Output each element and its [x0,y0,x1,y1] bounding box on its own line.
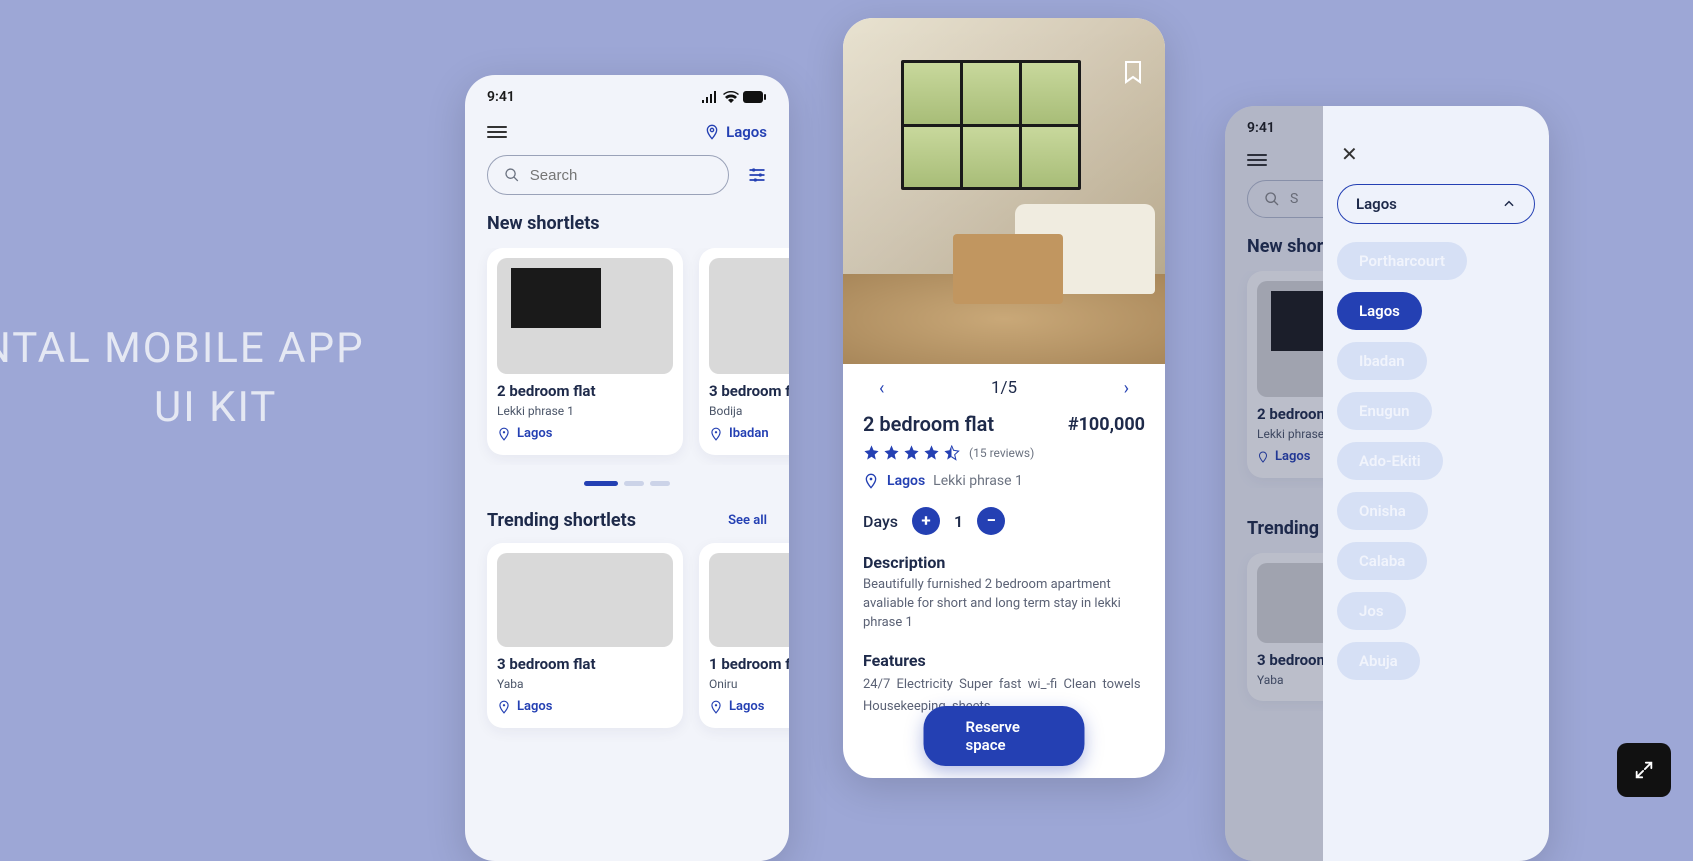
see-all-link[interactable]: See all [728,513,767,528]
star-icon [903,444,920,461]
location-pin-icon [497,427,511,441]
chevron-right-icon[interactable]: › [1124,378,1129,399]
expand-button[interactable] [1617,743,1671,797]
battery-icon [743,91,767,103]
section-trending-shortlets: Trending shortlets [487,510,636,531]
listing-thumbnail [497,258,673,374]
wifi-icon [723,91,739,103]
city-option[interactable]: Jos [1337,592,1406,630]
city-option[interactable]: Portharcourt [1337,242,1467,280]
listing-card[interactable]: 1 bedroom flat Oniru Lagos [699,543,789,728]
listing-thumbnail [709,258,789,374]
city-option[interactable]: Ibadan [1337,342,1427,380]
star-icon [923,444,940,461]
star-icon [883,444,900,461]
expand-icon [1633,759,1655,781]
features-label: Features [863,651,1145,670]
pager-count: 1/5 [991,378,1017,398]
carousel-dots[interactable] [465,481,789,486]
city-option[interactable]: Onisha [1337,492,1428,530]
description-text: Beautifully furnished 2 bedroom apartmen… [863,576,1145,633]
listing-thumbnail [709,553,789,647]
listing-thumbnail [497,553,673,647]
chevron-up-icon [1502,197,1516,211]
listing-card[interactable]: 3 bedroom flat Yaba Lagos [487,543,683,728]
city-option-selected[interactable]: Lagos [1337,292,1422,330]
listing-title: 2 bedroom flat [497,382,673,400]
search-icon [504,166,520,184]
listing-location: Ibadan [709,426,789,441]
image-pager: ‹ 1/5 › [843,364,1165,412]
location-pin-icon [863,473,879,489]
signal-icon [701,91,719,103]
section-new-shortlets: New shortlets [465,213,789,248]
listing-title: 3 bedroom flat [497,655,673,673]
trending-shortlets-list: 3 bedroom flat Yaba Lagos 1 bedroom flat… [465,543,789,728]
listing-city: Lagos [517,699,552,714]
listing-location: Lagos [497,426,673,441]
location-pin-icon [709,700,723,714]
search-input[interactable] [530,167,712,184]
listing-subtitle: Lekki phrase 1 [497,404,673,418]
status-bar: 9:41 [465,75,789,113]
city-option[interactable]: Enugun [1337,392,1432,430]
window-edge [1693,0,1697,861]
listing-hero-image[interactable] [843,18,1165,364]
listing-location: Lagos [709,699,789,714]
city-option[interactable]: Calaba [1337,542,1427,580]
status-icons [701,91,767,103]
location-pin-icon [709,427,723,441]
listing-price: #100,000 [1068,414,1145,435]
listing-city: Ibadan [729,426,769,441]
location-selector[interactable]: Lagos [704,123,767,141]
location-pin-icon [497,700,511,714]
menu-icon[interactable] [487,126,507,138]
new-shortlets-list[interactable]: 2 bedroom flat Lekki phrase 1 Lagos 3 be… [465,248,789,465]
rating-stars: (15 reviews) [863,444,1145,461]
background-heading: ENTAL MOBILE APP UI KIT [0,320,365,438]
status-time: 9:41 [487,89,515,105]
listing-location: Lagos [497,699,673,714]
location-pin-icon [704,124,720,140]
screen-home: 9:41 Lagos New shortlets 2 bedroom flat … [465,75,789,861]
description-label: Description [863,553,1145,572]
bookmark-icon[interactable] [1123,60,1143,84]
detail-area: Lekki phrase 1 [933,473,1023,489]
filter-icon[interactable] [747,165,767,185]
chevron-left-icon[interactable]: ‹ [879,378,884,399]
close-icon[interactable]: ✕ [1341,142,1535,166]
detail-city: Lagos [887,473,925,489]
increase-days-button[interactable]: + [912,507,940,535]
decrease-days-button[interactable]: − [977,507,1005,535]
days-label: Days [863,512,898,531]
star-half-icon [943,444,960,461]
search-box[interactable] [487,155,729,195]
listing-city: Lagos [517,426,552,441]
listing-name: 2 bedroom flat [863,412,994,436]
city-option[interactable]: Abuja [1337,642,1420,680]
listing-location-line: Lagos Lekki phrase 1 [863,473,1145,489]
reviews-count: (15 reviews) [969,446,1034,460]
star-icon [863,444,880,461]
listing-title: 1 bedroom flat [709,655,789,673]
city-drawer: ✕ Lagos Portharcourt Lagos Ibadan Enugun… [1323,106,1549,861]
city-options: Portharcourt Lagos Ibadan Enugun Ado-Eki… [1337,242,1535,680]
screen-listing-detail: ‹ 1/5 › 2 bedroom flat #100,000 (15 revi… [843,18,1165,778]
screen-city-picker: 9:41 S New shortlets 2 bedroom flatLekki… [1225,106,1549,861]
listing-subtitle: Yaba [497,677,673,691]
listing-city: Lagos [729,699,764,714]
listing-subtitle: Oniru [709,677,789,691]
city-dropdown[interactable]: Lagos [1337,184,1535,224]
listing-title: 3 bedroom flat [709,382,789,400]
location-label: Lagos [726,123,767,141]
reserve-space-button[interactable]: Reserve space [924,706,1085,766]
city-option[interactable]: Ado-Ekiti [1337,442,1443,480]
listing-subtitle: Bodija [709,404,789,418]
listing-card[interactable]: 2 bedroom flat Lekki phrase 1 Lagos [487,248,683,455]
days-value: 1 [954,512,963,531]
listing-card[interactable]: 3 bedroom flat Bodija Ibadan [699,248,789,455]
selected-city: Lagos [1356,195,1397,213]
